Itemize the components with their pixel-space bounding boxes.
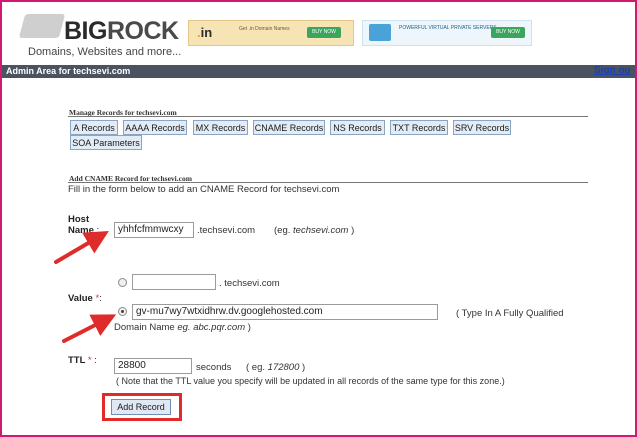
arrow-to-value-icon: [62, 314, 117, 343]
page: BIGROCK Domains, Websites and more... .i…: [2, 2, 635, 435]
annotation-arrows: [54, 230, 117, 343]
arrow-to-host-name-icon: [54, 230, 109, 264]
